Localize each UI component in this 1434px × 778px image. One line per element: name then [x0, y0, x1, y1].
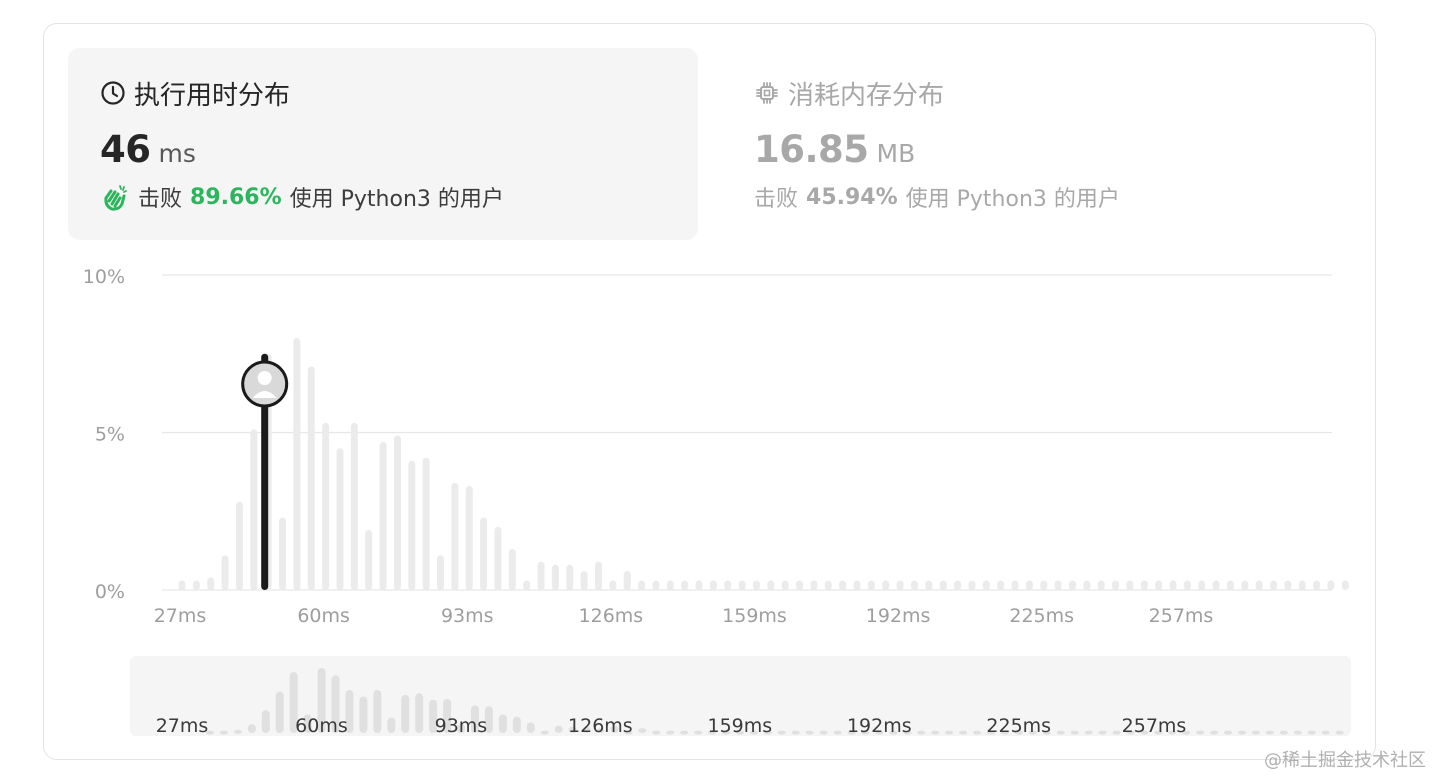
mini-bar: [1293, 730, 1302, 735]
mini-bar: [1307, 730, 1316, 735]
mini-bar: [1335, 730, 1344, 735]
mini-bar: [652, 730, 661, 735]
mini-bar: [791, 730, 800, 735]
mini-x-tick-label: 60ms: [295, 715, 348, 737]
mini-x-tick-label: 159ms: [707, 715, 772, 737]
mini-bar: [1112, 730, 1121, 735]
mini-x-tick-label: 192ms: [847, 715, 912, 737]
mini-bar: [401, 694, 410, 733]
mini-x-tick-label: 126ms: [568, 715, 633, 737]
mini-bar: [1238, 730, 1247, 735]
mini-bar: [1070, 730, 1079, 735]
mini-bar: [945, 730, 954, 735]
mini-bar: [1056, 730, 1065, 735]
mini-bar: [833, 730, 842, 735]
mini-bar: [973, 730, 982, 735]
mini-bar: [1084, 730, 1093, 735]
mini-bar: [247, 724, 256, 733]
mini-bar: [917, 730, 926, 735]
mini-bar: [415, 693, 424, 733]
mini-bar: [777, 730, 786, 735]
watermark: @稀土掘金技术社区: [1264, 750, 1426, 771]
mini-bar: [694, 730, 703, 735]
mini-bar: [1279, 730, 1288, 735]
mini-x-tick-label: 93ms: [435, 715, 488, 737]
mini-bar: [1098, 730, 1107, 735]
mini-bar: [540, 730, 549, 735]
mini-bar: [680, 730, 689, 735]
mini-bar: [359, 696, 368, 733]
overview-chart[interactable]: 27ms 60ms 93ms 126ms 159ms 192ms 225ms 257ms: [0, 0, 1434, 778]
mini-bar: [554, 725, 563, 733]
mini-bar: [219, 730, 228, 735]
mini-bar: [666, 730, 675, 735]
mini-bar: [1321, 730, 1330, 735]
mini-bar: [233, 729, 242, 734]
mini-x-tick-label: 257ms: [1122, 715, 1187, 737]
mini-bar: [1210, 730, 1219, 735]
mini-bar: [638, 728, 647, 733]
mini-bar: [373, 689, 382, 733]
mini-bar: [819, 730, 828, 735]
mini-x-tick-label: 225ms: [986, 715, 1051, 737]
mini-bar: [526, 722, 535, 733]
mini-bar: [959, 730, 968, 735]
mini-bar: [275, 691, 284, 733]
mini-bar: [805, 730, 814, 735]
mini-bar: [498, 714, 507, 733]
mini-bar: [931, 730, 940, 735]
mini-bar: [1251, 730, 1260, 735]
mini-bar: [1265, 730, 1274, 735]
mini-bar: [1196, 730, 1205, 735]
mini-bar: [387, 717, 396, 733]
mini-bar: [512, 716, 521, 733]
mini-bar: [261, 710, 270, 733]
mini-x-tick-label: 27ms: [156, 715, 209, 737]
mini-bar: [1224, 730, 1233, 735]
